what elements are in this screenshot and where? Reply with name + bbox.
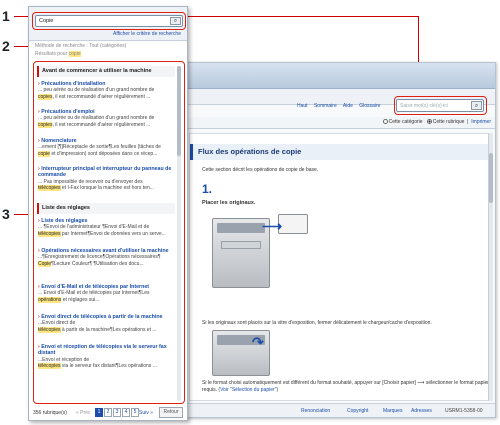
result-highlight: copie: [38, 150, 50, 157]
results-for-line: Résultats pour copie: [35, 51, 81, 57]
status-code: USRM1-5358-00: [445, 408, 483, 414]
results-scrollbar[interactable]: [177, 66, 181, 401]
radio-category[interactable]: [382, 119, 388, 125]
page-button-5[interactable]: 5: [131, 408, 139, 417]
result-snippet-rest: par Internet¶Envoi de données vers un se…: [60, 230, 166, 237]
nav-link-haut[interactable]: Haut: [297, 103, 308, 109]
arrow-icon: ⟶: [262, 218, 283, 234]
search-input-highlight: [32, 12, 186, 30]
result-snippet-rest: via le serveur fax distant¶Les opération…: [60, 362, 157, 369]
show-criteria-link[interactable]: Afficher le critère de recherche: [113, 31, 181, 37]
page-title-bar: Flux des opérations de copie: [190, 144, 488, 160]
status-renonciation[interactable]: Renonciation: [301, 408, 330, 414]
section-header: Liste des réglages: [37, 203, 175, 214]
step-number: 1.: [202, 182, 213, 196]
search-highlight-outline: [394, 96, 487, 115]
result-snippet-2: opérations et réglages sui...: [38, 296, 176, 303]
paper-selection-link[interactable]: Voir "Sélection du papier": [220, 387, 276, 393]
result-item[interactable]: Interrupteur principal et interrupteur d…: [38, 166, 176, 191]
nav-link-glossaire[interactable]: Glossaire: [359, 103, 380, 109]
result-item[interactable]: Envoi direct de télécopies à partir de l…: [38, 314, 176, 333]
result-snippet-2: télécopies et I-Fax lorsque la machine e…: [38, 184, 176, 191]
result-item[interactable]: Envoi d'E-Mail et de télécopies par Inte…: [38, 284, 176, 303]
results-for-query: copie: [68, 51, 81, 57]
result-snippet-2: Copie¶Lecture Couleur¶ ¶Utilisation des …: [38, 260, 176, 267]
step-text: Placer les originaux.: [202, 200, 256, 206]
result-highlight: télécopies: [38, 326, 61, 333]
help-main-window: Haut Sommaire Aide Glossaire Saisir mot(…: [178, 62, 496, 418]
result-snippet-rest: ¶Lecture Couleur¶ ¶Utilisation des docu.…: [51, 260, 144, 267]
result-item[interactable]: Envoi et réception de télécopies via le …: [38, 344, 176, 369]
search-scope-options: Cette catégorie Cette rubrique | Imprime…: [382, 119, 491, 125]
results-for-prefix: Résultats pour: [35, 51, 69, 57]
search-results-pane: Copie ⌕ Afficher le critère de recherche…: [28, 6, 188, 421]
result-count: 356 rubrique(s): [33, 410, 67, 416]
next-page-link[interactable]: Suiv »: [139, 410, 153, 416]
result-snippet-rest: , il est recommandé d'aérer régulièremen…: [52, 93, 151, 100]
result-title[interactable]: Interrupteur principal et interrupteur d…: [38, 166, 176, 179]
result-highlight: télécopies: [38, 362, 61, 369]
content-scrollbar[interactable]: [488, 133, 493, 401]
page-button-1[interactable]: 1: [95, 408, 103, 417]
section-header: Avant de commencer à utiliser la machine: [37, 66, 175, 77]
result-snippet-2: télécopies via le serveur fax distant¶Le…: [38, 362, 176, 369]
para-paper-text: Si le format choisi automatiquement est …: [202, 380, 488, 394]
radio-category-label: Cette catégorie: [388, 119, 423, 125]
status-adresses[interactable]: Adresses: [411, 408, 432, 414]
page-button-2[interactable]: 2: [104, 408, 112, 417]
result-highlight: opérations: [38, 296, 62, 303]
result-highlight: copies: [38, 93, 53, 100]
page-button-4[interactable]: 4: [122, 408, 130, 417]
search-criteria: Méthode de recherche : Tout (catégories): [35, 43, 127, 49]
results-list: Avant de commencer à utiliser la machine…: [33, 61, 185, 404]
status-copyright[interactable]: Copyright: [347, 408, 368, 414]
nav-link-sommaire[interactable]: Sommaire: [314, 103, 337, 109]
curved-arrow-icon: ↷: [252, 334, 264, 350]
result-item[interactable]: Opérations nécessaires avant d'utiliser …: [38, 248, 176, 267]
result-highlight: copies: [38, 121, 53, 128]
para-paper-text-b: ): [276, 387, 279, 393]
print-link[interactable]: Imprimer: [471, 119, 491, 125]
intro-text: Cette section décrit les opérations de c…: [202, 167, 319, 173]
document-illustration: [278, 214, 308, 234]
window-titlebar: [179, 63, 495, 89]
result-item[interactable]: Précautions d'installation ... peu aérée…: [38, 81, 176, 100]
results-scroll-thumb[interactable]: [177, 66, 181, 156]
result-snippet-rest: et réglages sui...: [61, 296, 100, 303]
status-marques[interactable]: Marques: [383, 408, 402, 414]
radio-topic-label: Cette rubrique: [432, 119, 465, 125]
status-bar: Renonciation Copyright Marques Adresses …: [179, 403, 495, 417]
result-snippet-rest: , il est recommandé d'aérer régulièremen…: [52, 121, 151, 128]
result-snippet-2: copies, il est recommandé d'aérer réguli…: [38, 121, 176, 128]
page-title: Flux des opérations de copie: [198, 147, 302, 156]
nav-link-aide[interactable]: Aide: [343, 103, 353, 109]
callout-3: 3: [2, 206, 10, 222]
result-snippet-2: copie et d'impression) sont déposées dan…: [38, 150, 176, 157]
result-title[interactable]: Envoi et réception de télécopies via le …: [38, 344, 176, 357]
result-highlight: télécopies: [38, 184, 61, 191]
result-item[interactable]: Liste des réglages ... ¶Envoi de l'admin…: [38, 218, 176, 237]
result-highlight: Copie: [38, 260, 52, 267]
back-button[interactable]: Retour: [159, 407, 183, 418]
content-scroll-thumb[interactable]: [489, 153, 493, 203]
top-nav-links: Haut Sommaire Aide Glossaire: [297, 103, 385, 109]
result-highlight: télécopies: [38, 230, 61, 237]
result-snippet-rest: et d'impression) sont déposées dans ce r…: [49, 150, 158, 157]
pagination: 356 rubrique(s) « Préc 1 2 3 4 5 Suiv » …: [33, 407, 185, 419]
result-item[interactable]: Précautions d'emploi ... peu aérée ou de…: [38, 109, 176, 128]
result-item[interactable]: Nomenclature ...ement [¶]Réceptacle de s…: [38, 138, 176, 157]
callout-2: 2: [2, 38, 10, 54]
result-snippet-2: télécopies à partir de la machine¶Les op…: [38, 326, 176, 333]
callout-1-link: [186, 16, 418, 17]
callout-1: 1: [2, 8, 10, 24]
result-snippet-rest: et I-Fax lorsque la machine est hors ten…: [60, 184, 154, 191]
prev-page-link[interactable]: « Préc: [76, 410, 90, 416]
para-glass-text: Si les originaux sont placés sur la vitr…: [202, 320, 432, 326]
result-snippet-rest: à partir de la machine¶Les opérations et…: [60, 326, 157, 333]
page-button-3[interactable]: 3: [113, 408, 121, 417]
content-pane: Flux des opérations de copie Cette secti…: [189, 133, 489, 401]
result-snippet-2: copies, il est recommandé d'aérer réguli…: [38, 93, 176, 100]
radio-topic[interactable]: [426, 119, 432, 125]
result-snippet-2: télécopies par Internet¶Envoi de données…: [38, 230, 176, 237]
